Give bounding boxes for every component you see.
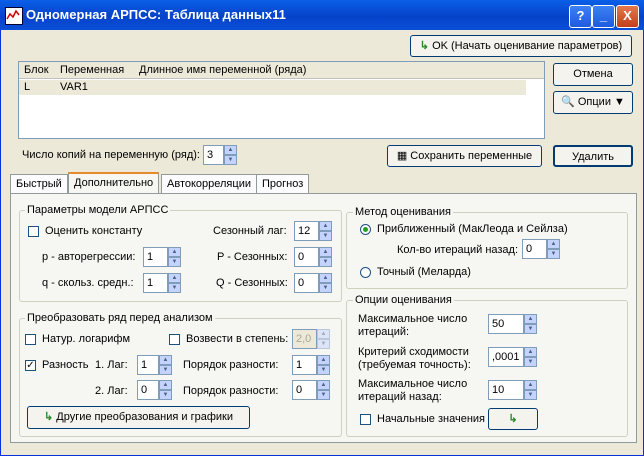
iter-back-label: Кол-во итераций назад: — [397, 244, 519, 256]
estimate-const-label: Оценить константу — [45, 225, 143, 237]
max-iter-input[interactable]: 50 — [488, 314, 524, 334]
help-button[interactable]: ? — [569, 5, 592, 28]
q-label: q - скольз. средн.: — [42, 277, 134, 289]
p-spinner[interactable]: ▲ ▼ — [168, 247, 181, 267]
Q-seasonal-input[interactable]: 0 — [294, 273, 319, 293]
max-iter-label-line2: итераций: — [358, 326, 410, 338]
options-label: Опции ▼ — [577, 96, 625, 108]
options-icon: 🔍 — [561, 96, 578, 108]
col-header-variable: Переменная — [60, 64, 125, 76]
order2-input[interactable]: 0 — [292, 380, 317, 400]
minimize-button[interactable]: _ — [592, 5, 615, 28]
cancel-button[interactable]: Отмена — [553, 63, 633, 86]
tab-autocorrelations[interactable]: Автокорреляции — [161, 174, 257, 194]
save-table-icon: ▦ — [396, 150, 411, 162]
ok-run-icon: ↳ — [419, 40, 433, 52]
natlog-checkbox[interactable] — [25, 334, 36, 345]
q-spinner[interactable]: ▲ ▼ — [168, 273, 181, 293]
close-button[interactable]: X — [616, 5, 639, 28]
Q-seasonal-label: Q - Сезонных: — [216, 277, 288, 289]
options-button[interactable]: 🔍 Опции ▼ — [553, 91, 633, 114]
max-back-label-line1: Максимальное число — [358, 378, 468, 390]
exact-radio[interactable] — [360, 267, 371, 278]
variables-table[interactable]: Блок Переменная Длинное имя переменной (… — [18, 61, 545, 139]
row-block-cell: L — [24, 81, 31, 93]
est-options-title: Опции оценивания — [353, 294, 454, 306]
max-iter-spinner[interactable]: ▲ ▼ — [524, 314, 537, 334]
run-arrow-icon: ↳ — [44, 411, 57, 423]
window-title: Одномерная АРПСС: Таблица данных11 — [26, 7, 286, 22]
lag2-label: 2. Лаг: — [95, 385, 128, 397]
P-seasonal-spinner[interactable]: ▲ ▼ — [319, 247, 332, 267]
power-spinner[interactable]: ▲ ▼ — [317, 329, 330, 349]
diff-label: Разность — [42, 359, 89, 371]
power-input[interactable]: 2,0 — [292, 329, 317, 349]
criterion-spinner[interactable]: ▲ ▼ — [524, 347, 537, 367]
tab-quick[interactable]: Быстрый — [10, 174, 68, 194]
power-checkbox[interactable] — [169, 334, 180, 345]
exact-label: Точный (Меларда) — [377, 266, 471, 278]
lag1-input[interactable]: 1 — [137, 355, 159, 375]
lag1-spinner[interactable]: ▲ ▼ — [159, 355, 172, 375]
P-seasonal-label: P - Сезонных: — [217, 251, 288, 263]
order1-input[interactable]: 1 — [292, 355, 317, 375]
iter-back-input[interactable]: 0 — [522, 239, 547, 259]
save-variables-label: Сохранить переменные — [410, 150, 533, 162]
app-chart-icon — [5, 7, 23, 25]
max-back-input[interactable]: 10 — [488, 380, 524, 400]
p-input[interactable]: 1 — [143, 247, 168, 267]
max-iter-label-line1: Максимальное число — [358, 313, 468, 325]
model-params-title: Параметры модели АРПСС — [25, 204, 171, 216]
max-back-spinner[interactable]: ▲ ▼ — [524, 380, 537, 400]
lag1-label: 1. Лаг: — [95, 359, 128, 371]
col-header-block: Блок — [24, 64, 49, 76]
col-header-long-name: Длинное имя переменной (ряда) — [139, 64, 307, 76]
lag2-spinner[interactable]: ▲ ▼ — [159, 380, 172, 400]
seasonal-lag-spinner[interactable]: ▲ ▼ — [319, 221, 332, 241]
transform-title: Преобразовать ряд перед анализом — [25, 312, 215, 324]
tab-advanced[interactable]: Дополнительно — [68, 172, 160, 194]
delete-button[interactable]: Удалить — [553, 145, 633, 167]
approx-label: Приближенный (МакЛеода и Сейлза) — [377, 223, 568, 235]
tab-forecast[interactable]: Прогноз — [256, 174, 310, 194]
power-label: Возвести в степень: — [186, 333, 289, 345]
criterion-label-line2: (требуемая точность): — [358, 359, 471, 371]
method-title: Метод оценивания — [353, 206, 453, 218]
approx-radio[interactable] — [360, 224, 371, 235]
p-label: p - авторегрессии: — [42, 251, 136, 263]
initial-values-checkbox[interactable] — [360, 414, 371, 425]
seasonal-lag-label: Сезонный лаг: — [213, 225, 287, 237]
initial-values-button[interactable]: ↳ — [488, 408, 538, 430]
order1-spinner[interactable]: ▲ ▼ — [317, 355, 330, 375]
ok-button-label: OK (Начать оценивание параметров) — [432, 40, 623, 52]
P-seasonal-input[interactable]: 0 — [294, 247, 319, 267]
copies-input[interactable]: 3 — [203, 145, 224, 165]
max-back-label-line2: итераций назад: — [358, 391, 442, 403]
Q-seasonal-spinner[interactable]: ▲ ▼ — [319, 273, 332, 293]
order2-spinner[interactable]: ▲ ▼ — [317, 380, 330, 400]
copies-spinner[interactable]: ▲ ▼ — [224, 145, 237, 165]
initial-values-label: Начальные значения — [377, 413, 485, 425]
other-transforms-label: Другие преобразования и графики — [56, 411, 233, 423]
natlog-label: Натур. логарифм — [42, 333, 131, 345]
save-variables-button[interactable]: ▦ Сохранить переменные — [387, 145, 542, 167]
table-row[interactable]: L VAR1 — [19, 80, 526, 95]
seasonal-lag-input[interactable]: 12 — [294, 221, 319, 241]
row-variable-cell: VAR1 — [60, 81, 88, 93]
lag2-input[interactable]: 0 — [137, 380, 159, 400]
iter-back-spinner[interactable]: ▲ ▼ — [547, 239, 560, 259]
other-transforms-button[interactable]: ↳ Другие преобразования и графики — [27, 406, 250, 429]
diff-checkbox[interactable]: ✓ — [25, 360, 36, 371]
run-arrow-icon: ↳ — [508, 413, 518, 425]
criterion-label-line1: Критерий сходимости — [358, 346, 469, 358]
estimate-const-checkbox[interactable] — [28, 226, 39, 237]
order1-label: Порядок разности: — [183, 359, 279, 371]
title-bar[interactable]: Одномерная АРПСС: Таблица данных11 ? _ X — [0, 0, 644, 30]
criterion-input[interactable]: ,0001 — [488, 347, 524, 367]
table-header: Блок Переменная Длинное имя переменной (… — [19, 62, 544, 79]
copies-label: Число копий на переменную (ряд): — [22, 149, 200, 161]
q-input[interactable]: 1 — [143, 273, 168, 293]
ok-button[interactable]: ↳ OK (Начать оценивание параметров) — [410, 35, 632, 57]
order2-label: Порядок разности: — [183, 385, 279, 397]
